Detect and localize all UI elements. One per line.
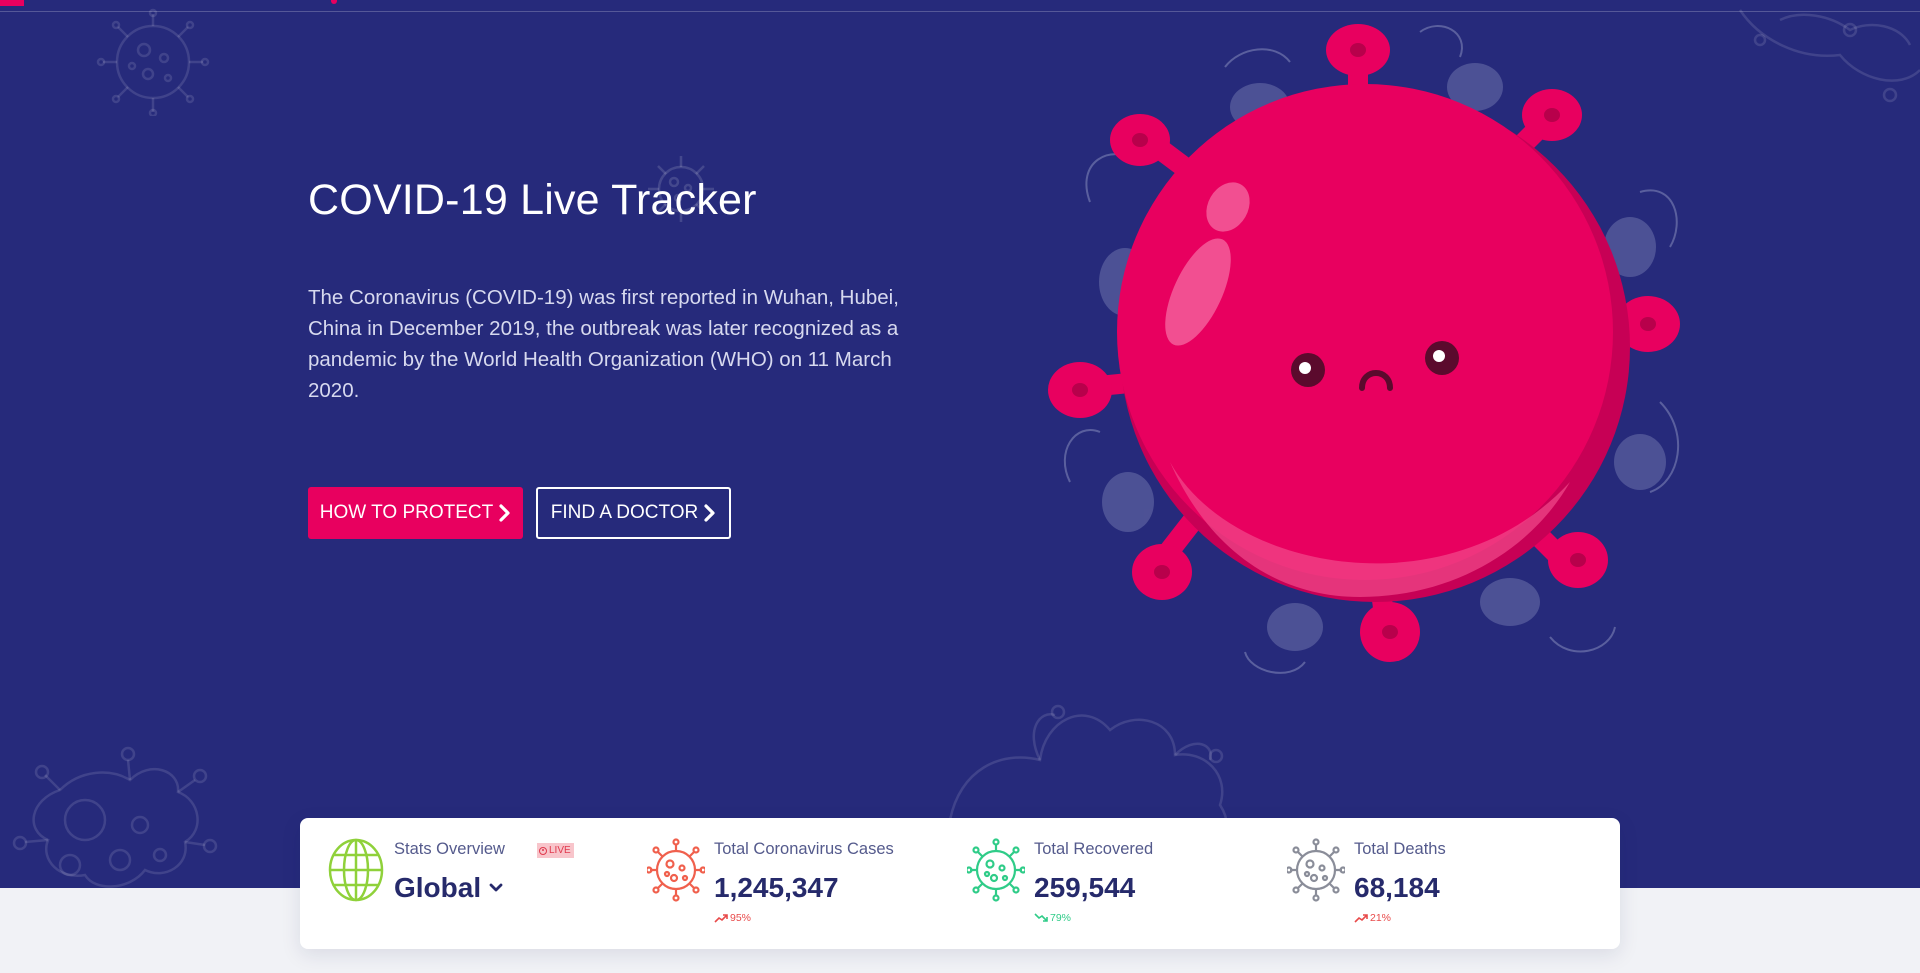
chevron-right-icon <box>704 504 715 522</box>
virus-icon <box>647 838 705 902</box>
stats-overview: Stats Overview LIVE Global <box>327 818 617 949</box>
chevron-right-icon <box>499 504 510 522</box>
trend-up-icon <box>1354 914 1368 923</box>
stat-value: 259,544 <box>1034 872 1136 903</box>
virus-outline-icon <box>12 746 218 888</box>
stat-total-cases: Total Coronavirus Cases 1,245,347 95% <box>647 818 937 949</box>
page-title: COVID-19 Live Tracker <box>308 176 757 224</box>
virus-outline-icon <box>96 8 210 116</box>
stat-total-recovered: Total Recovered 259,544 79% <box>967 818 1257 949</box>
live-badge: LIVE <box>537 843 574 858</box>
live-dot-icon <box>539 846 547 855</box>
stat-trend-value: 79% <box>1050 912 1072 924</box>
chevron-down-icon <box>489 883 503 892</box>
stats-overview-label: Stats Overview <box>394 840 505 858</box>
stat-trend: 79% <box>1034 912 1071 924</box>
region-select[interactable]: Global <box>394 872 503 904</box>
region-select-value: Global <box>394 872 482 903</box>
stat-total-deaths: Total Deaths 68,184 21% <box>1287 818 1577 949</box>
stat-trend-value: 95% <box>730 912 752 924</box>
nav-active-indicator <box>0 0 24 6</box>
stat-label: Total Recovered <box>1034 840 1154 858</box>
trend-up-icon <box>714 914 728 923</box>
hero-description: The Coronavirus (COVID-19) was first rep… <box>308 286 899 402</box>
hero-section: COVID-19 Live Tracker The Coronavirus (C… <box>0 0 1920 888</box>
virus-icon <box>967 838 1025 902</box>
stat-trend: 21% <box>1354 912 1391 924</box>
how-to-protect-label: HOW TO PROTECT <box>319 502 494 523</box>
find-a-doctor-button[interactable]: FIND A DOCTOR <box>536 487 731 539</box>
virus-outline-icon <box>1738 9 1920 103</box>
stat-label: Total Coronavirus Cases <box>714 840 894 858</box>
stat-trend: 95% <box>714 912 751 924</box>
stat-value: 68,184 <box>1354 872 1440 903</box>
stat-trend-value: 21% <box>1370 912 1392 924</box>
stat-label: Total Deaths <box>1354 840 1446 858</box>
virus-illustration <box>1048 24 1680 674</box>
stat-value: 1,245,347 <box>714 872 839 903</box>
page: COVID-19 Live Tracker The Coronavirus (C… <box>0 0 1920 973</box>
virus-icon <box>1287 838 1345 902</box>
stats-card: Stats Overview LIVE Global Total Coronav… <box>300 818 1620 949</box>
how-to-protect-button[interactable]: HOW TO PROTECT <box>308 487 523 539</box>
find-a-doctor-label: FIND A DOCTOR <box>550 502 699 523</box>
live-badge-label: LIVE <box>549 845 571 856</box>
trend-down-icon <box>1034 913 1048 922</box>
globe-icon <box>328 838 384 902</box>
nav-indicator-secondary <box>331 0 337 4</box>
